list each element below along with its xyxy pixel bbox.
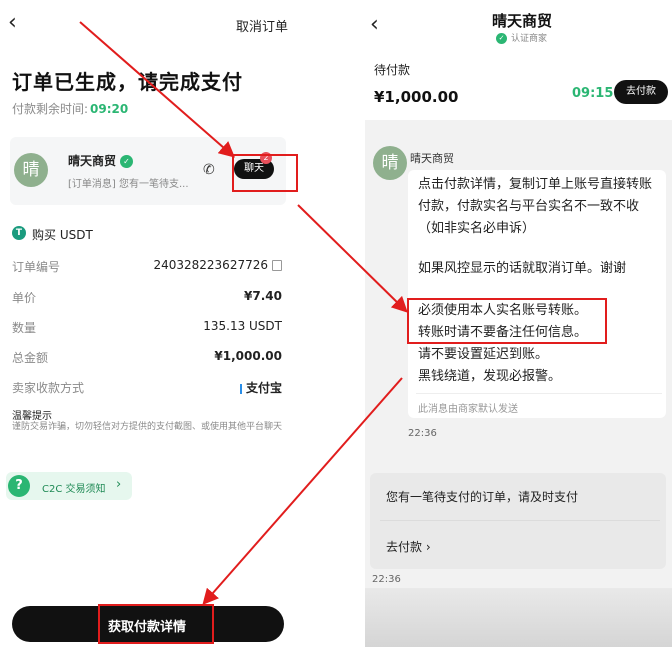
pending-order-notice-text: 您有一笔待支付的订单，请及时支付 bbox=[386, 490, 579, 504]
bottom-fade bbox=[365, 588, 672, 647]
chat-subtitle: 认证商家 bbox=[511, 34, 548, 44]
merchant-last-message: [订单消息] 您有一笔待支... bbox=[68, 179, 189, 190]
help-icon: ? bbox=[8, 475, 30, 497]
order-status: 待付款 bbox=[374, 63, 411, 77]
chevron-left-icon[interactable]: ‹ bbox=[8, 12, 17, 34]
bubble-divider bbox=[416, 393, 662, 394]
payment-method-value: 支付宝 bbox=[245, 381, 282, 395]
usdt-icon: T bbox=[12, 226, 26, 240]
total-amount-value: ¥1,000.00 bbox=[214, 349, 282, 363]
chevron-right-icon: › bbox=[116, 477, 122, 492]
timer-label: 付款剩余时间: bbox=[12, 102, 89, 116]
total-amount-label: 总金额 bbox=[12, 351, 49, 365]
screen-gap bbox=[300, 0, 365, 647]
highlight-box-payment-button bbox=[98, 604, 214, 644]
payment-timer: 付款剩余时间: 09:20 bbox=[12, 100, 128, 117]
message-paragraph-6: 黑钱绕道，发现必报警。 bbox=[418, 369, 562, 384]
message-timestamp: 22:36 bbox=[408, 428, 437, 439]
auto-message-note: 此消息由商家默认发送 bbox=[418, 404, 518, 415]
countdown-timer: 09:15 bbox=[572, 86, 614, 101]
order-number-label: 订单编号 bbox=[12, 260, 61, 274]
phone-icon[interactable]: ✆ bbox=[203, 162, 215, 178]
sender-name: 晴天商贸 bbox=[410, 152, 454, 165]
verified-badge-icon: ✓ bbox=[496, 33, 507, 44]
message-paragraph-2: 如果风控显示的话就取消订单。谢谢 bbox=[418, 261, 627, 276]
message-paragraph-1: 点击付款详情，复制订单上账号直接转账付款，付款实名与平台实名不一致不收 （如非实… bbox=[418, 177, 653, 236]
order-amount: ¥1,000.00 bbox=[374, 88, 459, 106]
alipay-icon bbox=[239, 383, 242, 394]
page-title: 订单已生成，请完成支付 bbox=[12, 70, 243, 94]
chat-title: 晴天商贸 bbox=[492, 12, 553, 30]
timer-value: 09:20 bbox=[90, 102, 129, 116]
merchant-name: 晴天商贸 bbox=[68, 154, 117, 168]
chat-subtitle-row: ✓ 认证商家 bbox=[496, 31, 547, 44]
merchant-avatar: 晴 bbox=[14, 153, 48, 187]
quantity-value: 135.13 USDT bbox=[203, 319, 282, 333]
go-pay-button[interactable]: 去付款 bbox=[614, 80, 668, 104]
notice-timestamp: 22:36 bbox=[372, 574, 401, 585]
verified-badge-icon: ✓ bbox=[120, 155, 134, 168]
c2c-notice-label: C2C 交易须知 bbox=[42, 484, 106, 495]
highlight-box-chat bbox=[232, 154, 298, 192]
tips-title: 温馨提示 bbox=[12, 411, 52, 422]
buy-label: 购买 USDT bbox=[32, 228, 93, 242]
chevron-left-icon[interactable]: ‹ bbox=[370, 14, 379, 36]
unit-price-value: ¥7.40 bbox=[244, 289, 282, 303]
sender-avatar: 晴 bbox=[373, 146, 407, 180]
notice-go-pay-label: 去付款 bbox=[386, 540, 423, 554]
quantity-label: 数量 bbox=[12, 321, 37, 335]
order-number-row-value: 240328223627726 bbox=[153, 258, 282, 272]
notice-divider bbox=[380, 520, 660, 521]
chevron-right-icon: › bbox=[425, 540, 431, 554]
message-paragraph-5: 请不要设置延迟到账。 bbox=[418, 347, 549, 362]
highlight-box-message bbox=[407, 298, 607, 344]
merchant-name-row: 晴天商贸 ✓ bbox=[68, 152, 134, 169]
unit-price-label: 单价 bbox=[12, 291, 37, 305]
payment-method-label: 卖家收款方式 bbox=[12, 381, 85, 395]
payment-method-row-value: 支付宝 bbox=[239, 379, 282, 396]
copy-icon[interactable] bbox=[272, 260, 282, 271]
cancel-order-button[interactable]: 取消订单 bbox=[236, 16, 288, 35]
notice-go-pay-link[interactable]: 去付款 › bbox=[386, 538, 431, 555]
order-number-value: 240328223627726 bbox=[153, 258, 268, 272]
tips-text: 谨防交易诈骗，切勿轻信对方提供的支付截图、或使用其他平台聊天 bbox=[12, 422, 283, 432]
